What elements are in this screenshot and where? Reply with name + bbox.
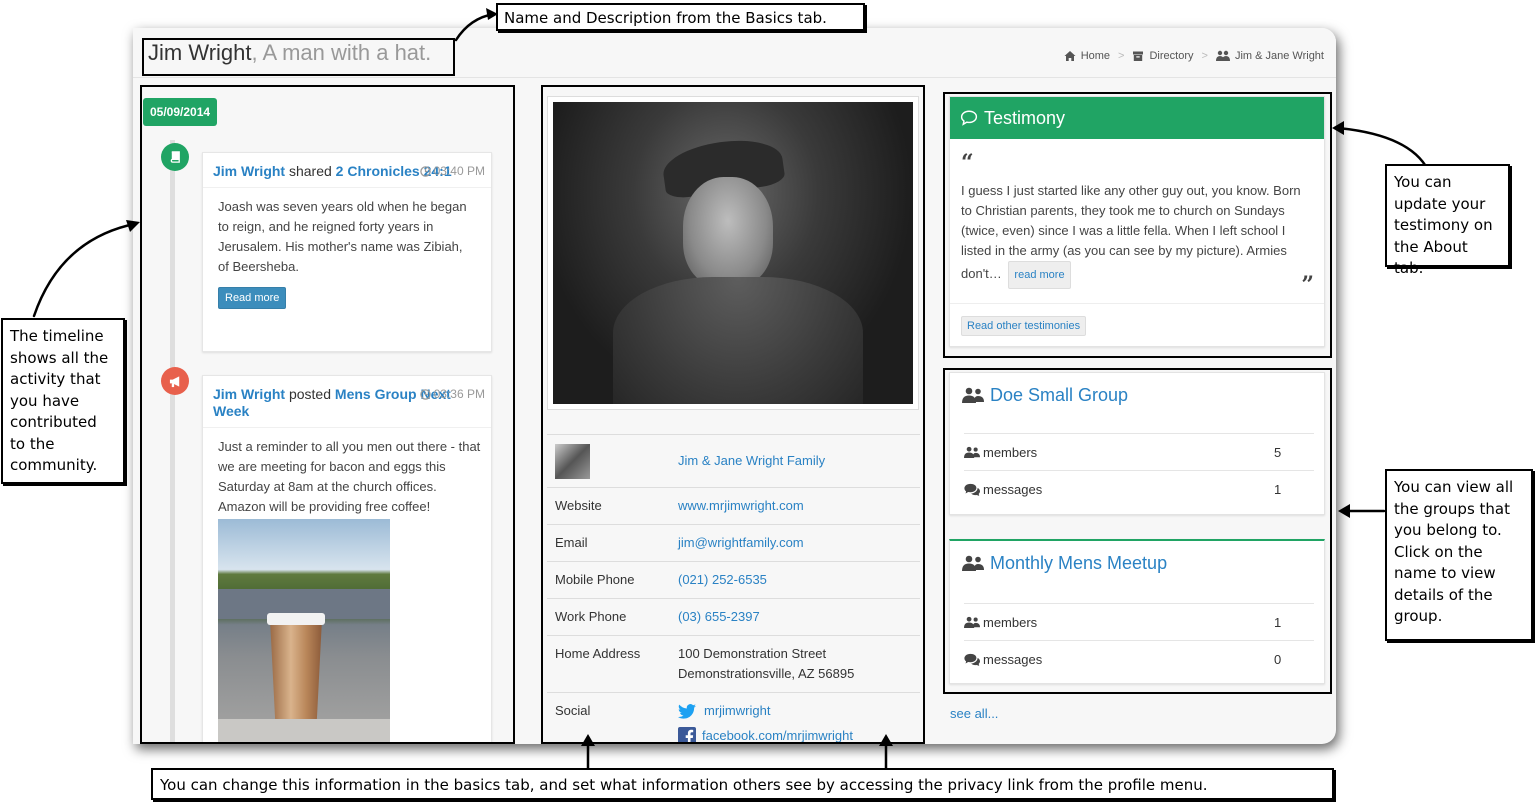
arrow-timeline	[32, 222, 136, 318]
callout-testimony: You can update your testimony on the Abo…	[1385, 164, 1510, 277]
annotation-arrows	[32, 8, 1430, 774]
callout-timeline: The timeline shows all the activity that…	[1, 318, 125, 484]
callout-groups: You can view all the groups that you bel…	[1385, 469, 1533, 641]
callout-basics: You can change this information in the b…	[151, 768, 1334, 800]
callout-name-description: Name and Description from the Basics tab…	[496, 3, 865, 31]
